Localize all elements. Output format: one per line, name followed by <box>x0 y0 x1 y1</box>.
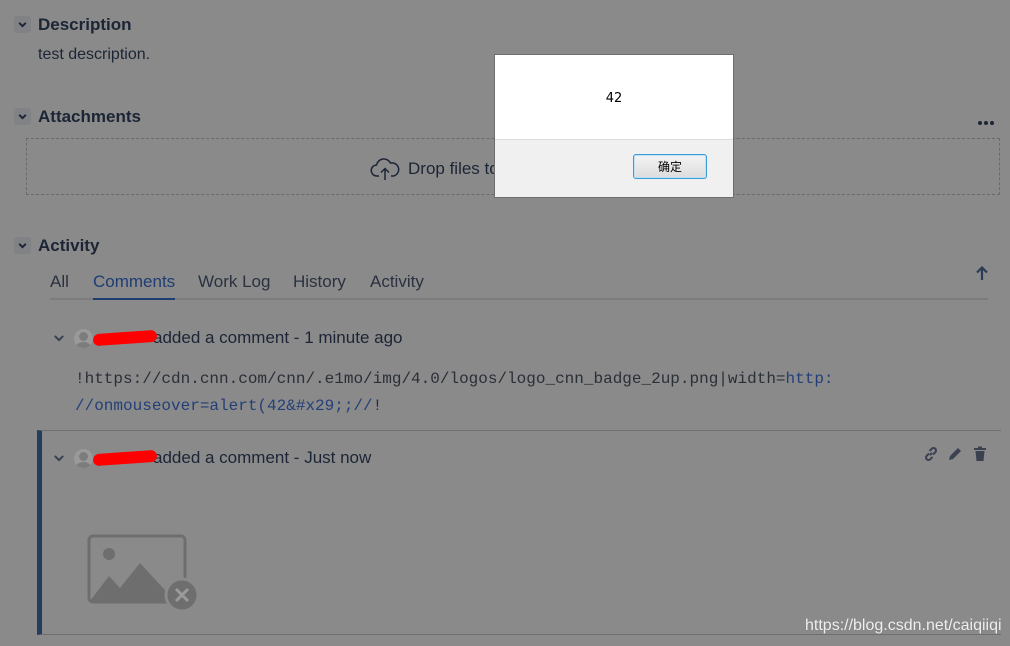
tab-history[interactable]: History <box>293 272 346 298</box>
comment-header: added a comment - 1 minute ago <box>52 328 402 348</box>
tab-work-log[interactable]: Work Log <box>198 272 270 298</box>
description-text[interactable]: test description. <box>38 46 150 64</box>
watermark: https://blog.csdn.net/caiqiiqi <box>805 617 1002 634</box>
comment-body-text: !https://cdn.cnn.com/cnn/.e1mo/img/4.0/l… <box>75 370 786 388</box>
cloud-upload-icon <box>370 158 400 180</box>
link-icon[interactable] <box>922 445 940 463</box>
redacted-author-name[interactable] <box>92 449 158 467</box>
comment-body-text: ! <box>372 397 383 415</box>
tab-comments[interactable]: Comments <box>93 272 176 300</box>
description-title: Description <box>38 15 132 34</box>
delete-icon[interactable] <box>971 445 989 463</box>
tab-activity[interactable]: Activity <box>370 272 424 298</box>
description-toggle[interactable] <box>14 16 31 33</box>
comment-action-text: added a comment - Just now <box>153 448 372 467</box>
tab-all[interactable]: All <box>50 272 69 298</box>
attachments-toggle[interactable] <box>14 108 31 125</box>
dropzone-label: Drop files to <box>370 157 499 181</box>
redacted-author-name[interactable] <box>92 329 158 347</box>
alert-dialog: 42 确定 <box>494 54 734 198</box>
chevron-down-icon[interactable] <box>52 451 66 465</box>
edit-icon[interactable] <box>946 445 964 463</box>
alert-dialog-body: 42 <box>495 55 733 140</box>
chevron-down-icon[interactable] <box>52 331 66 345</box>
dropzone-text: Drop files to <box>408 159 499 178</box>
attachments-title: Attachments <box>38 107 141 126</box>
chevron-down-icon <box>18 243 27 249</box>
ok-button[interactable]: 确定 <box>633 154 707 179</box>
activity-toggle[interactable] <box>14 237 31 254</box>
chevron-down-icon <box>18 114 27 120</box>
comment-body-line2: //onmouseover=alert(42&#x29;;//! <box>75 397 382 415</box>
comment-action-text: added a comment - 1 minute ago <box>153 328 403 347</box>
alert-message: 42 <box>605 91 623 106</box>
broken-image-icon <box>87 534 203 613</box>
comment-body-link[interactable]: http: <box>786 370 834 388</box>
activity-title: Activity <box>38 236 100 255</box>
avatar[interactable] <box>74 448 93 468</box>
activity-tabs: All Comments Work Log History Activity <box>50 270 988 300</box>
chevron-down-icon <box>18 22 27 28</box>
arrow-up-icon[interactable] <box>975 265 989 281</box>
comment-header: added a comment - Just now <box>52 448 371 468</box>
avatar[interactable] <box>74 328 93 348</box>
comment-body: !https://cdn.cnn.com/cnn/.e1mo/img/4.0/l… <box>75 370 834 388</box>
more-horizontal-icon[interactable] <box>977 113 995 125</box>
comment-body-link[interactable]: //onmouseover=alert(42&#x29;;// <box>75 397 373 415</box>
